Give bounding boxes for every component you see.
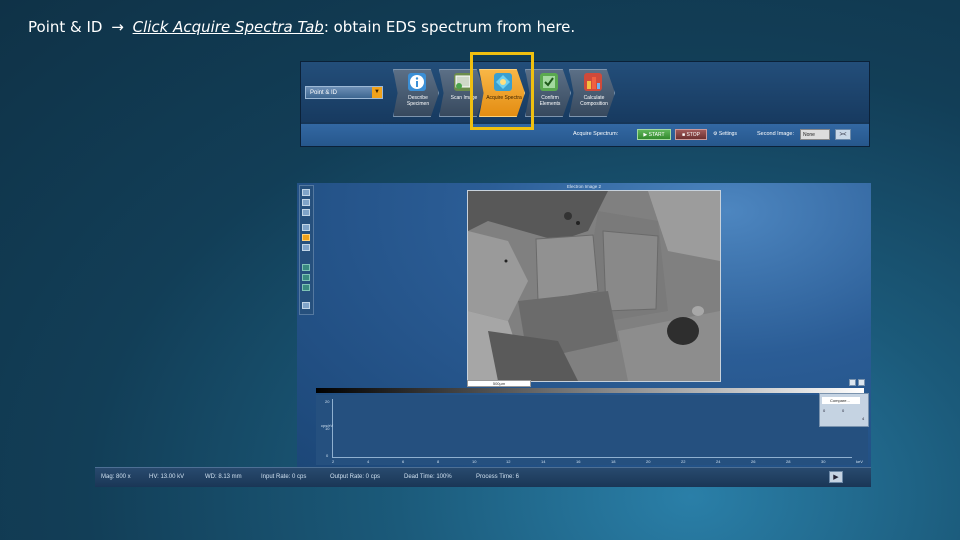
x-tick: 20 — [646, 459, 651, 464]
caption-prefix: Point & ID — [28, 18, 103, 36]
spectrum-panel[interactable]: cps/eV 20 10 0 2 4 6 8 10 12 14 16 18 20… — [316, 393, 869, 465]
tab-label: Calculate Composition — [580, 95, 608, 107]
stop-button[interactable]: ■ STOP — [675, 129, 707, 140]
settings-button[interactable]: ⚙ Settings — [713, 128, 737, 141]
start-button[interactable]: ▶ START — [637, 129, 671, 140]
x-tick: 24 — [716, 459, 721, 464]
legend-value: 4 — [862, 416, 865, 421]
pan-tool-icon[interactable] — [302, 199, 310, 206]
tab-describe-specimen[interactable]: Describe Specimen — [393, 69, 439, 117]
x-tick: 2 — [332, 459, 335, 464]
legend-value: 0 — [823, 408, 826, 413]
area-tool-icon[interactable] — [302, 234, 310, 241]
ellipse-tool-icon[interactable] — [302, 274, 310, 281]
x-tick: 26 — [751, 459, 756, 464]
project-select[interactable]: Point & ID ▼ — [305, 86, 383, 99]
scale-bar: 500µm — [467, 380, 531, 387]
swap-image-button[interactable]: >< — [835, 129, 851, 140]
caption-suffix: : obtain EDS spectrum from here. — [323, 18, 576, 36]
legend-value: 0 — [842, 408, 845, 413]
tab-calculate-composition[interactable]: Calculate Composition — [569, 69, 615, 117]
delete-tool-icon[interactable] — [302, 302, 310, 309]
contrast-bar[interactable] — [316, 388, 864, 393]
point-tool-icon[interactable] — [302, 224, 310, 231]
spectrum-x-axis — [332, 457, 852, 458]
status-wd: WD: 8.13 mm — [205, 474, 242, 480]
play-icon[interactable]: ▶ — [829, 471, 843, 483]
x-tick: 18 — [611, 459, 616, 464]
workflow-toolbar: Point & ID ▼ Describe Specimen Scan Imag… — [300, 61, 870, 147]
info-icon — [408, 73, 426, 91]
zoom-tool-icon[interactable] — [302, 189, 310, 196]
line-tool-icon[interactable] — [302, 244, 310, 251]
status-dead-time: Dead Time: 100% — [404, 474, 452, 480]
grid-tool-icon[interactable] — [302, 264, 310, 271]
second-image-label: Second Image: — [757, 131, 794, 137]
zoom-in-icon[interactable] — [849, 379, 856, 386]
second-image-select[interactable]: None — [800, 129, 830, 140]
spectrum-y-axis — [332, 399, 333, 457]
image-title: Electron Image 2 — [567, 184, 602, 189]
electron-image[interactable] — [467, 190, 721, 382]
freehand-tool-icon[interactable] — [302, 284, 310, 291]
status-hv: HV: 13.00 kV — [149, 474, 185, 480]
left-tool-palette — [299, 185, 314, 315]
confirm-elements-icon — [540, 73, 558, 91]
select-tool-icon[interactable] — [302, 209, 310, 216]
x-tick: 10 — [472, 459, 477, 464]
x-tick: 22 — [681, 459, 686, 464]
status-output-rate: Output Rate: 0 cps — [330, 474, 381, 480]
arrow-right-icon: → — [111, 18, 124, 36]
compare-select[interactable]: Compare... — [822, 397, 860, 404]
x-tick: 16 — [576, 459, 581, 464]
spectrum-legend: Compare... 0 0 4 — [819, 393, 869, 427]
y-tick: 0 — [326, 453, 329, 458]
x-tick: 8 — [437, 459, 440, 464]
application-window: Electron Image 2 500µm cps/eV 20 10 0 2 … — [297, 183, 871, 467]
acquire-spectrum-label: Acquire Spectrum: — [573, 131, 619, 137]
x-tick: 14 — [541, 459, 546, 464]
project-select-value: Point & ID — [310, 90, 338, 96]
x-tick: 12 — [506, 459, 511, 464]
status-bar: Mag: 800 x HV: 13.00 kV WD: 8.13 mm Inpu… — [95, 467, 871, 487]
status-mag: Mag: 800 x — [101, 474, 131, 480]
tab-label: Describe Specimen — [406, 95, 430, 107]
composition-icon — [584, 73, 602, 91]
caption-link[interactable]: Click Acquire Spectra Tab — [133, 18, 324, 36]
acquire-spectra-highlight — [470, 52, 534, 130]
y-tick: 20 — [325, 399, 330, 404]
x-tick: 28 — [786, 459, 791, 464]
y-tick: 10 — [325, 426, 330, 431]
tab-label: Confirm Elements — [539, 95, 561, 107]
chevron-down-icon[interactable]: ▼ — [372, 87, 382, 98]
x-tick: 6 — [402, 459, 405, 464]
status-process-time: Process Time: 6 — [476, 474, 520, 480]
status-input-rate: Input Rate: 0 cps — [261, 474, 307, 480]
zoom-out-icon[interactable] — [858, 379, 865, 386]
x-tick: 4 — [367, 459, 370, 464]
slide-caption: Point & ID → Click Acquire Spectra Tab: … — [28, 18, 575, 36]
x-tick: 30 — [821, 459, 826, 464]
x-unit-label: keV — [856, 459, 863, 464]
